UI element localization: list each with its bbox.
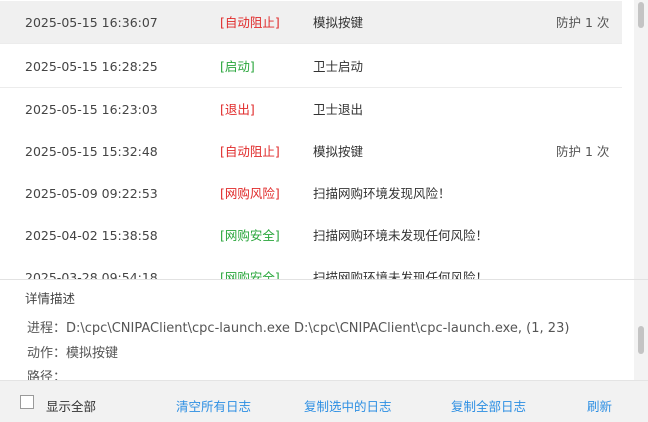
log-row[interactable]: 2025-05-15 16:28:25 [启动] 卫士启动 — [0, 45, 622, 88]
log-count: 防护 1 次 — [556, 144, 610, 159]
log-tag: [网购安全] — [220, 228, 280, 243]
log-tag: [退出] — [220, 102, 255, 117]
log-action: 扫描网购环境发现风险！ — [313, 186, 451, 201]
log-tag: [启动] — [220, 59, 255, 74]
detail-action: 动作：模拟按键 — [27, 346, 119, 361]
refresh-button[interactable]: 刷新 — [587, 396, 612, 415]
log-tag: [网购风险] — [220, 186, 280, 201]
log-action: 模拟按键 — [313, 15, 364, 30]
detail-process: 进程：D:\cpc\CNIPAClient\cpc-launch.exe D:\… — [27, 321, 570, 336]
log-list: 2025-05-15 16:36:07 [自动阻止] 模拟按键 防护 1 次 2025-… — [0, 0, 648, 279]
log-action: 卫士启动 — [313, 59, 364, 74]
show-all-label[interactable]: 显示全部 — [46, 396, 96, 415]
log-time: 2025-05-15 15:32:48 — [25, 144, 158, 159]
log-row[interactable]: 2025-05-09 09:22:53 [网购风险] 扫描网购环境发现风险！ — [0, 172, 622, 215]
log-action: 扫描网购环境未发现任何风险！ — [313, 228, 489, 243]
log-row[interactable]: 2025-05-15 16:36:07 [自动阻止] 模拟按键 防护 1 次 — [0, 1, 622, 44]
detail-panel: 详情描述 进程：D:\cpc\CNIPAClient\cpc-launch.ex… — [0, 279, 648, 381]
copy-all-logs-button[interactable]: 复制全部日志 — [451, 396, 526, 415]
log-time: 2025-05-15 16:23:03 — [25, 102, 158, 117]
detail-title: 详情描述 — [25, 291, 76, 306]
footer-toolbar: 显示全部 清空所有日志 复制选中的日志 复制全部日志 刷新 — [0, 380, 648, 422]
log-row[interactable]: 2025-05-15 15:32:48 [自动阻止] 模拟按键 防护 1 次 — [0, 130, 622, 173]
detail-path: 路径： — [27, 370, 67, 381]
log-time: 2025-05-09 09:22:53 — [25, 186, 158, 201]
show-all-checkbox[interactable] — [20, 395, 34, 409]
log-scrollbar-thumb[interactable] — [638, 2, 644, 28]
log-action: 卫士退出 — [313, 102, 364, 117]
log-time: 2025-03-28 09:54:18 — [25, 270, 158, 279]
log-tag: [自动阻止] — [220, 144, 280, 159]
log-row[interactable]: 2025-04-02 15:38:58 [网购安全] 扫描网购环境未发现任何风险！ — [0, 214, 622, 257]
log-tag: [网购安全] — [220, 270, 280, 279]
log-scrollbar[interactable] — [634, 0, 648, 279]
copy-selected-logs-button[interactable]: 复制选中的日志 — [304, 396, 392, 415]
log-time: 2025-05-15 16:36:07 — [25, 15, 158, 30]
log-row[interactable]: 2025-03-28 09:54:18 [网购安全] 扫描网购环境未发现任何风险！ — [0, 256, 622, 279]
log-count: 防护 1 次 — [556, 15, 610, 30]
log-time: 2025-04-02 15:38:58 — [25, 228, 158, 243]
log-action: 模拟按键 — [313, 144, 364, 159]
clear-all-logs-button[interactable]: 清空所有日志 — [176, 396, 251, 415]
log-tag: [自动阻止] — [220, 15, 280, 30]
log-time: 2025-05-15 16:28:25 — [25, 59, 158, 74]
detail-scrollbar-thumb[interactable] — [638, 326, 644, 354]
log-action: 扫描网购环境未发现任何风险！ — [313, 270, 489, 279]
detail-scrollbar[interactable] — [634, 280, 648, 381]
log-row[interactable]: 2025-05-15 16:23:03 [退出] 卫士退出 — [0, 88, 622, 131]
